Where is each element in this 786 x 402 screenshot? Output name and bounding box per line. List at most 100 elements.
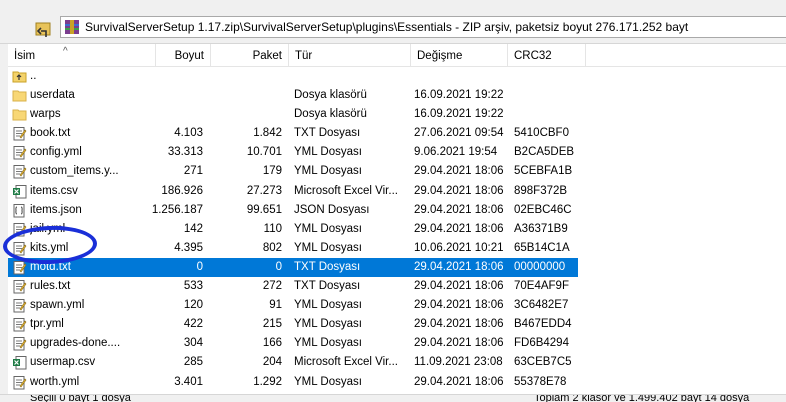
file-size: 120 [183, 299, 203, 312]
file-row[interactable]: items.json 1.256.187 99.651 JSON Dosyası 29.… [8, 201, 578, 220]
file-row[interactable]: tpr.yml 422 215 YML Dosyası 29.04.2021 18:06… [8, 315, 578, 334]
file-packed: 179 [262, 165, 282, 178]
file-size: 3.401 [174, 375, 203, 388]
file-row[interactable]: book.txt 4.103 1.842 TXT Dosyası 27.06.2021 … [8, 124, 578, 143]
file-type [294, 67, 412, 86]
file-type: JSON Dosyası [294, 203, 370, 216]
file-modified: 29.04.2021 18:06 [414, 203, 504, 216]
column-header: İsim ^ Boyut Paket Tür Değişme CRC32 [8, 44, 786, 67]
file-name: worth.yml [30, 375, 80, 388]
file-type: YML Dosyası [294, 222, 362, 235]
file-type: TXT Dosyası [294, 127, 361, 140]
file-modified: 10.06.2021 10:21 [414, 241, 504, 254]
path-field[interactable]: SurvivalServerSetup 1.17.zip\SurvivalSer… [60, 16, 786, 38]
file-crc32 [514, 67, 578, 86]
file-name: rules.txt [30, 280, 71, 293]
file-row[interactable]: usermap.csv 285 204 Microsoft Excel Vir... 1… [8, 353, 578, 372]
file-type: Dosya klasörü [294, 89, 367, 102]
winrar-archive-icon [65, 20, 79, 34]
file-row[interactable]: items.csv 186.926 27.273 Microsoft Excel Vi… [8, 182, 578, 201]
file-row[interactable]: custom_items.y... 271 179 YML Dosyası 29.04.… [8, 162, 578, 181]
file-crc32: FD6B4294 [514, 337, 569, 350]
file-modified: 29.04.2021 18:06 [414, 375, 504, 388]
file-modified: 29.04.2021 18:06 [414, 318, 504, 331]
file-modified: 29.04.2021 18:06 [414, 184, 504, 197]
file-packed [213, 105, 282, 124]
status-right: Toplam 2 klasör ve 1.499.402 bayt 14 dos… [534, 394, 750, 402]
file-name: custom_items.y... [30, 165, 119, 178]
status-bar: Seçili 0 bayt 1 dosya Toplam 2 klasör ve… [0, 394, 786, 402]
up-directory-icon[interactable] [33, 20, 55, 44]
file-modified: 16.09.2021 19:22 [414, 108, 504, 121]
file-row[interactable]: kits.yml 4.395 802 YML Dosyası 10.06.2021 10… [8, 239, 578, 258]
file-packed: 91 [269, 299, 282, 312]
file-crc32: 02EBC46C [514, 203, 572, 216]
file-crc32: B2CA5DEB [514, 146, 575, 159]
file-crc32: 70E4AF9F [514, 280, 569, 293]
file-crc32: 65B14C1A [514, 241, 570, 254]
file-name: spawn.yml [30, 299, 85, 312]
column-packed[interactable]: Paket [211, 44, 289, 67]
file-packed: 99.651 [246, 203, 282, 216]
file-packed: 272 [262, 280, 282, 293]
file-crc32: 3C6482E7 [514, 299, 569, 312]
file-modified: 29.04.2021 18:06 [414, 280, 504, 293]
file-row[interactable]: spawn.yml 120 91 YML Dosyası 29.04.2021 18:0… [8, 296, 578, 315]
file-row[interactable]: upgrades-done.... 304 166 YML Dosyası 29.04.… [8, 334, 578, 353]
file-packed: 0 [275, 260, 282, 273]
file-modified: 9.06.2021 19:54 [414, 146, 498, 159]
file-packed: 10.701 [246, 146, 282, 159]
file-row[interactable]: rules.txt 533 272 TXT Dosyası 29.04.2021 18:… [8, 277, 578, 296]
column-type[interactable]: Tür [289, 44, 411, 67]
column-name[interactable]: İsim ^ [8, 44, 156, 67]
file-row[interactable]: userdata Dosya klasörü 16.09.2021 19:22 [8, 86, 578, 105]
file-list[interactable]: İsim ^ Boyut Paket Tür Değişme CRC32 .. us… [8, 44, 786, 394]
file-size: 186.926 [161, 184, 203, 197]
file-name: kits.yml [30, 241, 69, 254]
file-size: 533 [183, 280, 203, 293]
address-bar: SurvivalServerSetup 1.17.zip\SurvivalSer… [0, 8, 786, 44]
file-crc32: A36371B9 [514, 222, 568, 235]
file-crc32 [514, 86, 578, 105]
file-modified: 29.04.2021 18:06 [414, 260, 504, 273]
file-modified: 29.04.2021 18:06 [414, 222, 504, 235]
file-packed: 110 [263, 222, 282, 235]
file-name: warps [30, 108, 61, 121]
file-modified: 16.09.2021 19:22 [414, 89, 504, 102]
column-modified[interactable]: Değişme [411, 44, 508, 67]
file-modified: 29.04.2021 18:06 [414, 337, 504, 350]
file-name: motd.txt [30, 260, 71, 273]
file-size: 142 [183, 222, 203, 235]
file-row[interactable]: jail.yml 142 110 YML Dosyası 29.04.2021 18:0… [8, 220, 578, 239]
file-size: 0 [196, 260, 203, 273]
file-crc32: 00000000 [514, 260, 566, 273]
file-packed: 27.273 [246, 184, 282, 197]
file-size: 4.103 [174, 127, 203, 140]
file-row[interactable]: .. [8, 67, 578, 86]
status-left: Seçili 0 bayt 1 dosya [30, 394, 131, 402]
file-size: 304 [183, 337, 203, 350]
file-size: 285 [183, 356, 203, 369]
sort-arrow-icon: ^ [63, 46, 68, 57]
file-packed: 1.292 [253, 375, 282, 388]
file-type: YML Dosyası [294, 241, 362, 254]
file-modified: 11.09.2021 23:08 [414, 356, 503, 369]
file-type: YML Dosyası [294, 146, 362, 159]
file-row[interactable]: worth.yml 3.401 1.292 YML Dosyası 29.04.2021… [8, 373, 578, 392]
file-name: usermap.csv [30, 356, 96, 369]
file-row[interactable]: config.yml 33.313 10.701 YML Dosyası 9.06.20… [8, 143, 578, 162]
column-crc32[interactable]: CRC32 [508, 44, 586, 67]
file-name: userdata [30, 89, 75, 102]
file-type: YML Dosyası [294, 299, 362, 312]
file-packed: 215 [262, 318, 282, 331]
file-size: 33.313 [167, 146, 203, 159]
file-crc32: 55378E78 [514, 375, 567, 388]
file-name: config.yml [30, 146, 82, 159]
file-type: YML Dosyası [294, 165, 362, 178]
file-row[interactable]: motd.txt 0 0 TXT Dosyası 29.04.2021 18:06 000… [8, 257, 578, 278]
file-packed: 802 [262, 241, 282, 254]
file-crc32: 5CEBFA1B [514, 165, 573, 178]
file-row[interactable]: warps Dosya klasörü 16.09.2021 19:22 [8, 105, 578, 124]
column-size[interactable]: Boyut [156, 44, 211, 67]
file-name: upgrades-done.... [30, 337, 121, 350]
